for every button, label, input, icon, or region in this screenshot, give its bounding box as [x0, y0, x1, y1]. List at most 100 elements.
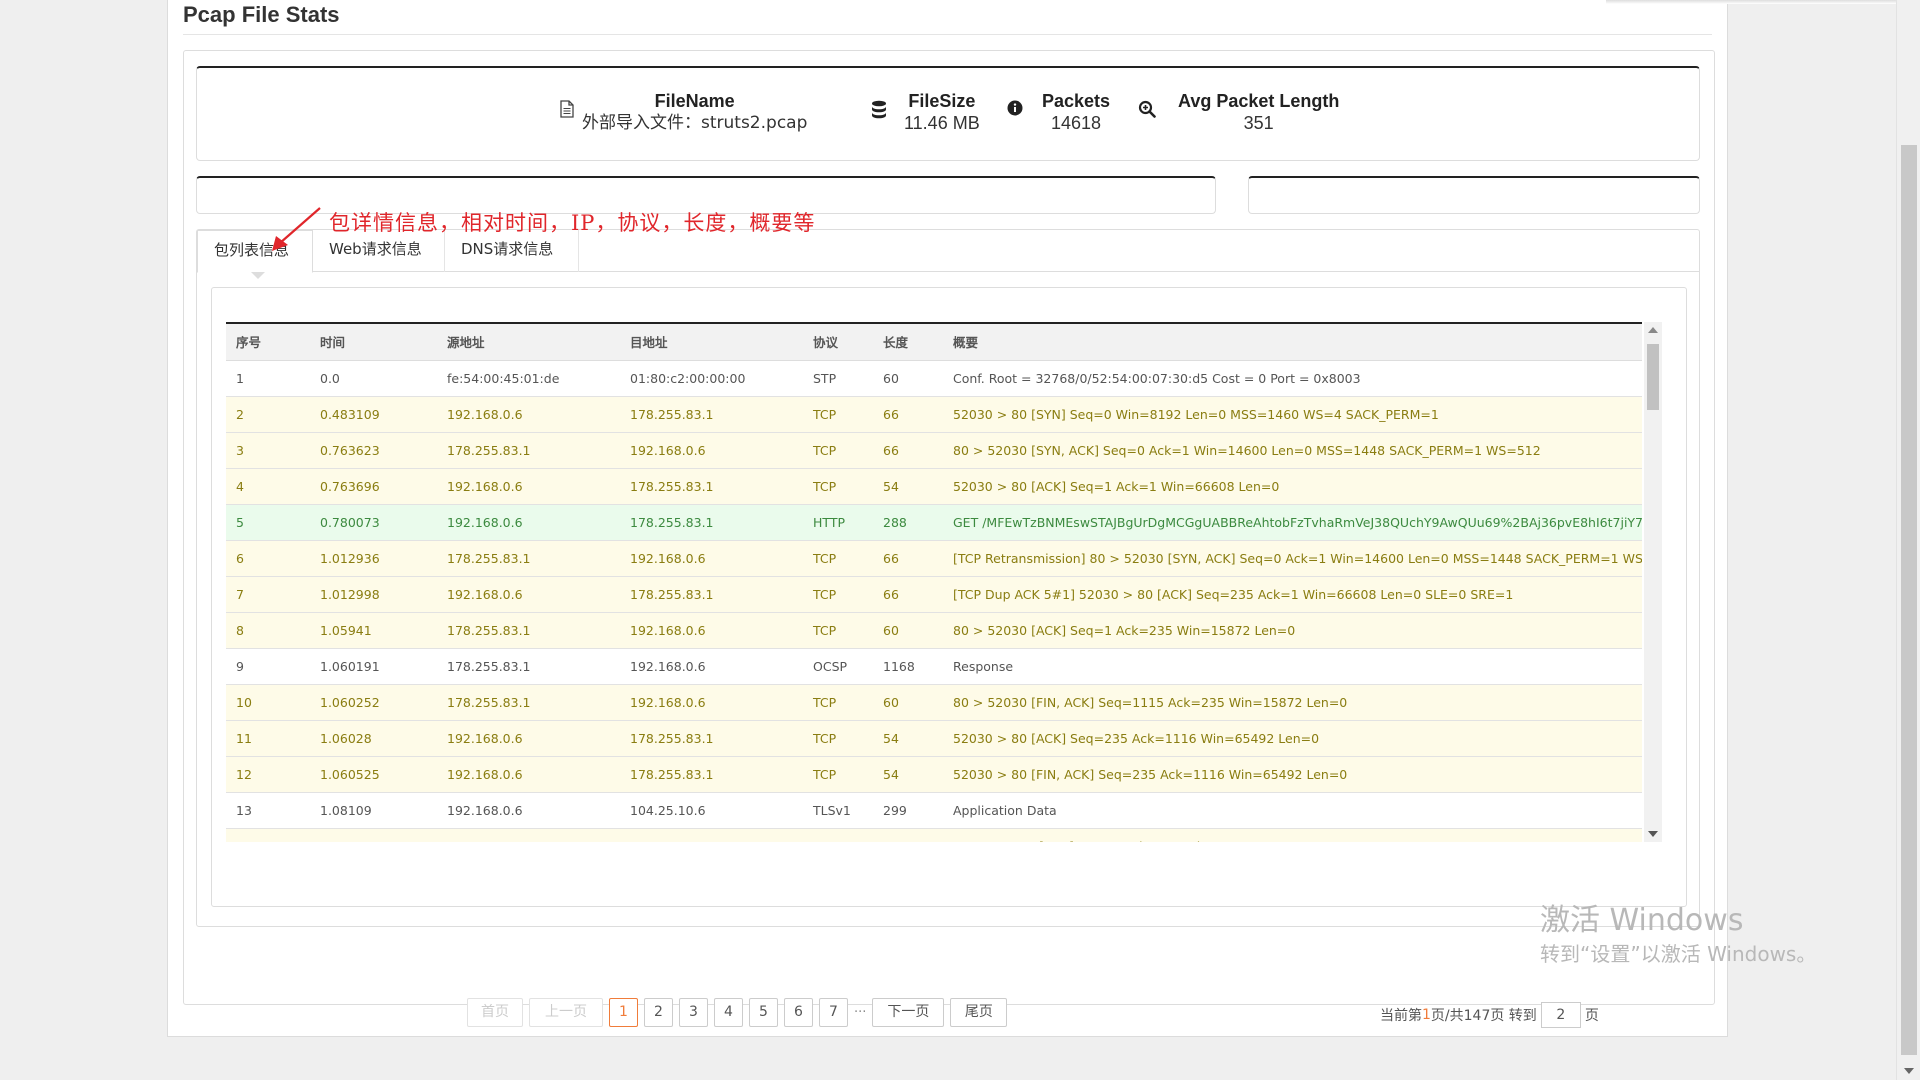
page-4-button[interactable]: 4 [714, 997, 743, 1027]
table-row[interactable]: 2 0.483109 192.168.0.6 178.255.83.1 TCP 66 520… [226, 396, 1642, 433]
cell-protocol: HTTP [803, 504, 873, 541]
cell-no: 6 [226, 540, 310, 577]
cell-protocol: TCP [803, 432, 873, 469]
cell-source: fe:54:00:45:01:de [437, 360, 620, 397]
cell-length: 66 [873, 576, 943, 613]
page-5-button[interactable]: 5 [749, 997, 778, 1027]
cell-time: 1.012998 [310, 576, 437, 613]
cell-source: 104.25.10.6 [437, 828, 620, 842]
table-row[interactable]: 13 1.08109 192.168.0.6 104.25.10.6 TLSv1 299 A… [226, 792, 1642, 829]
window-scroll-down-icon[interactable] [1904, 1068, 1914, 1074]
cell-destination: 192.168.0.6 [620, 648, 803, 685]
table-row[interactable]: 1 0.0 fe:54:00:45:01:de 01:80:c2:00:00:00 ST… [226, 360, 1642, 397]
col-header-destination[interactable]: 目地址 [620, 324, 803, 361]
cell-source: 178.255.83.1 [437, 540, 620, 577]
col-header-time[interactable]: 时间 [310, 324, 437, 361]
cell-info: 52030 > 80 [ACK] Seq=235 Ack=1116 Win=65… [943, 720, 1642, 757]
cell-destination: 192.168.0.6 [620, 612, 803, 649]
page-info-prefix: 当前第 [1380, 1008, 1422, 1024]
next-page-button[interactable]: 下一页 [872, 997, 945, 1027]
cell-protocol: TCP [803, 540, 873, 577]
table-row[interactable]: 8 1.05941 178.255.83.1 192.168.0.6 TCP 60 80 >… [226, 612, 1642, 649]
cell-info: 80 > 52030 [FIN, ACK] Seq=1115 Ack=235 W… [943, 684, 1642, 721]
table-row[interactable]: 7 1.012998 192.168.0.6 178.255.83.1 TCP 66 [TC… [226, 576, 1642, 613]
title-divider [183, 34, 1712, 35]
cell-time: 0.483109 [310, 396, 437, 433]
cell-protocol: TCP [803, 396, 873, 433]
scroll-up-icon[interactable] [1648, 327, 1658, 333]
cell-no: 3 [226, 432, 310, 469]
cell-info: Response [943, 648, 1642, 685]
file-summary: FileName 外部导入文件：struts2.pcap FileSize 11… [196, 66, 1700, 161]
cell-protocol: TCP [803, 828, 873, 842]
page-2-button[interactable]: 2 [644, 997, 673, 1027]
table-row[interactable]: 11 1.06028 192.168.0.6 178.255.83.1 TCP 54 520… [226, 720, 1642, 757]
cell-protocol: TCP [803, 612, 873, 649]
page-3-button[interactable]: 3 [679, 997, 708, 1027]
col-header-info[interactable]: 概要 [943, 324, 1642, 361]
stat-label: Packets [1042, 91, 1111, 111]
stats-card: Pcap File Stats FileName 外部导入文件：struts2.… [167, 0, 1896, 1037]
page-6-button[interactable]: 6 [784, 997, 813, 1027]
cell-length: 60 [873, 612, 943, 649]
cell-info: [TCP Dup ACK 5#1] 52030 > 80 [ACK] Seq=2… [943, 576, 1642, 613]
cell-length: 299 [873, 792, 943, 829]
content-panel: FileName 外部导入文件：struts2.pcap FileSize 11… [183, 50, 1715, 1028]
cell-protocol: TLSv1 [803, 792, 873, 829]
scroll-down-icon[interactable] [1648, 831, 1658, 837]
first-page-button[interactable]: 首页 [467, 997, 523, 1027]
col-header-source[interactable]: 源地址 [437, 324, 620, 361]
cell-source: 192.168.0.6 [437, 720, 620, 757]
prev-page-button[interactable]: 上一页 [529, 997, 603, 1027]
tab-pointer [251, 272, 265, 279]
packet-table: 序号 时间 源地址 目地址 协议 长度 概要 1 0.0 fe:54:00:45:0… [226, 324, 1642, 842]
table-row[interactable]: 141.365947104.25.10.6192.168.0.6TCP60443… [226, 828, 1642, 842]
cell-destination: 104.25.10.6 [620, 792, 803, 829]
info-icon [1000, 100, 1030, 116]
search-plus-icon [1132, 100, 1162, 118]
col-header-length[interactable]: 长度 [873, 324, 943, 361]
scroll-thumb[interactable] [1647, 344, 1659, 410]
cell-destination: 178.255.83.1 [620, 504, 803, 541]
last-page-button[interactable]: 尾页 [950, 997, 1008, 1027]
cell-time: 1.06028 [310, 720, 437, 757]
cell-no: 8 [226, 612, 310, 649]
cell-source: 192.168.0.6 [437, 468, 620, 505]
page-7-button[interactable]: 7 [819, 997, 848, 1027]
cell-protocol: TCP [803, 468, 873, 505]
cell-no: 9 [226, 648, 310, 685]
table-row[interactable]: 3 0.763623 178.255.83.1 192.168.0.6 TCP 66 80 … [226, 432, 1642, 469]
stat-value: 外部导入文件：struts2.pcap [582, 113, 808, 133]
table-row[interactable]: 12 1.060525 192.168.0.6 178.255.83.1 TCP 54 52… [226, 756, 1642, 793]
cell-source: 178.255.83.1 [437, 612, 620, 649]
cell-info: 52030 > 80 [SYN] Seq=0 Win=8192 Len=0 MS… [943, 396, 1642, 433]
cell-length: 60 [873, 828, 943, 842]
empty-panel-right [1248, 176, 1700, 214]
window-scroll-thumb[interactable] [1901, 145, 1917, 1055]
table-row[interactable]: 6 1.012936 178.255.83.1 192.168.0.6 TCP 66 [TC… [226, 540, 1642, 577]
cell-time: 1.05941 [310, 612, 437, 649]
table-scrollbar[interactable] [1644, 322, 1662, 842]
activation-watermark: 激活 Windows 转到“设置”以激活 Windows。 [1540, 903, 1816, 969]
table-body: 1 0.0 fe:54:00:45:01:de 01:80:c2:00:00:00 ST… [226, 360, 1642, 842]
database-icon [864, 100, 894, 120]
page-title: Pcap File Stats [183, 2, 340, 27]
col-header-no[interactable]: 序号 [226, 324, 310, 361]
cell-length: 60 [873, 360, 943, 397]
table-row[interactable]: 9 1.060191 178.255.83.1 192.168.0.6 OCSP 1168… [226, 648, 1642, 685]
goto-page-input[interactable] [1540, 1002, 1581, 1028]
page-1-button[interactable]: 1 [609, 997, 638, 1027]
cell-source: 178.255.83.1 [437, 432, 620, 469]
cell-source: 178.255.83.1 [437, 648, 620, 685]
cell-info: Conf. Root = 32768/0/52:54:00:07:30:d5 C… [943, 360, 1642, 397]
table-row[interactable]: 5 0.780073 192.168.0.6 178.255.83.1 HTTP 288 G… [226, 504, 1642, 541]
table-row[interactable]: 4 0.763696 192.168.0.6 178.255.83.1 TCP 54 520… [226, 468, 1642, 505]
watermark-subtitle: 转到“设置”以激活 Windows。 [1540, 942, 1817, 966]
cell-length: 1168 [873, 648, 943, 685]
cell-source: 192.168.0.6 [437, 792, 620, 829]
window-scrollbar[interactable] [1896, 0, 1920, 1080]
stat-value: 351 [1243, 113, 1274, 133]
col-header-protocol[interactable]: 协议 [803, 324, 873, 361]
table-row[interactable]: 10 1.060252 178.255.83.1 192.168.0.6 TCP 60 80… [226, 684, 1642, 721]
page-info-current: 1 [1422, 1007, 1431, 1023]
